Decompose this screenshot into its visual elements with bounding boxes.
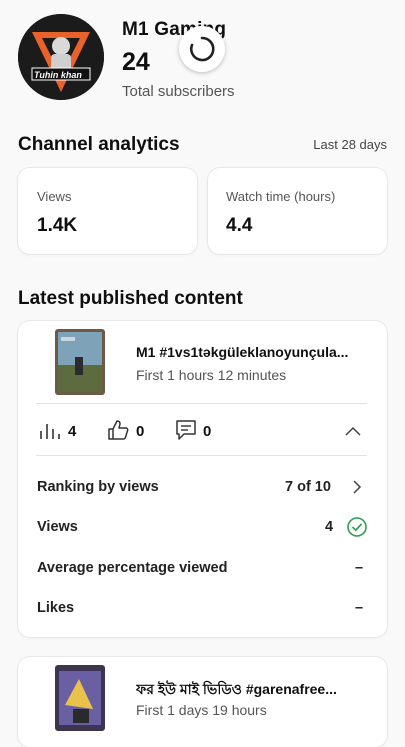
collapse-button[interactable]: [344, 424, 362, 442]
subscriber-label: Total subscribers: [122, 83, 235, 100]
likes-metric-value: 0: [136, 423, 145, 440]
chevron-right-icon: [353, 480, 362, 494]
ranking-value[interactable]: 7 of 10: [285, 479, 331, 495]
subscriber-count: 24: [122, 48, 150, 76]
views-metric: [39, 420, 61, 445]
latest-content-title: Latest published content: [18, 288, 243, 309]
video-subtitle: First 1 hours 12 minutes: [136, 367, 287, 383]
views-card[interactable]: Views 1.4K: [18, 168, 197, 254]
bar-chart-icon: [40, 424, 60, 439]
content-card-1: M1 #1vs1təkgüleklanoyunçula... First 1 h…: [18, 321, 387, 637]
video-title[interactable]: M1 #1vs1təkgüleklanoyunçula...: [136, 344, 372, 360]
avatar-logo-text: Tuhin khan: [34, 70, 82, 80]
loading-spinner: [179, 26, 225, 72]
comments-metric-value: 0: [203, 423, 212, 440]
thumbnail-image-icon: [55, 329, 105, 395]
likes-metric: [107, 419, 129, 446]
avg-percentage-label: Average percentage viewed: [37, 560, 228, 576]
video-thumbnail[interactable]: [55, 329, 105, 395]
views-metric-value: 4: [68, 423, 77, 440]
likes-row-label: Likes: [37, 600, 75, 616]
comment-icon: [176, 420, 196, 440]
watch-time-card-value: 4.4: [226, 215, 253, 236]
comments-metric: [175, 419, 197, 446]
views-row-value: 4: [325, 519, 334, 535]
ranking-label: Ranking by views: [37, 479, 159, 495]
watch-time-card-label: Watch time (hours): [226, 189, 336, 204]
views-card-label: Views: [37, 189, 72, 204]
video-title[interactable]: ফর ইউ মাই ভিডিও #garenafree...: [136, 678, 372, 702]
ranking-chevron[interactable]: [352, 479, 362, 500]
chevron-up-icon: [345, 426, 361, 436]
views-row-label: Views: [37, 519, 78, 535]
likes-row-value: –: [355, 600, 364, 616]
video-subtitle: First 1 days 19 hours: [136, 702, 267, 718]
card-divider: [36, 403, 367, 404]
channel-avatar[interactable]: Tuhin khan: [18, 14, 104, 100]
avg-percentage-value: –: [355, 560, 364, 576]
video-thumbnail[interactable]: [55, 665, 105, 731]
views-check-badge: [346, 516, 368, 543]
card-divider: [36, 455, 367, 456]
content-card-2: ফর ইউ মাই ভিডিও #garenafree... First 1 d…: [18, 657, 387, 747]
spinner-icon: [190, 36, 215, 62]
watch-time-card[interactable]: Watch time (hours) 4.4: [208, 168, 387, 254]
avatar-art-icon: [18, 14, 104, 100]
check-circle-icon: [347, 517, 367, 537]
date-range-label[interactable]: Last 28 days: [313, 137, 387, 152]
views-card-value: 1.4K: [37, 215, 78, 236]
thumbs-up-icon: [108, 420, 129, 440]
analytics-title: Channel analytics: [18, 134, 180, 155]
thumbnail-image-icon: [55, 665, 105, 731]
